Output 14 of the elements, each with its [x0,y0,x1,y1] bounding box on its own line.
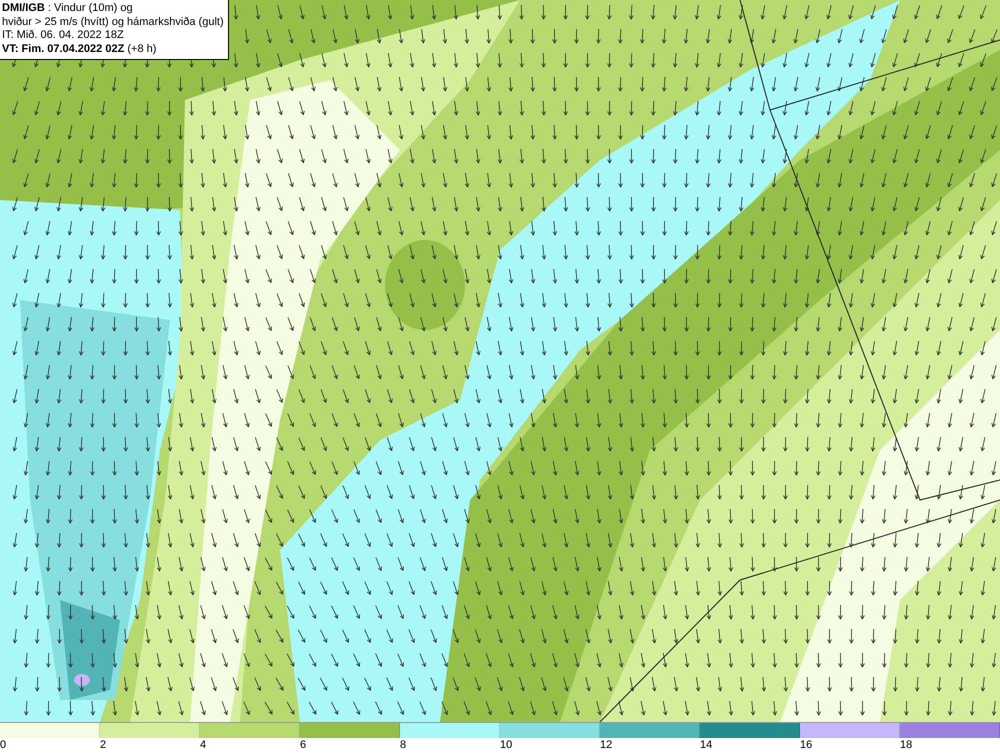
legend-label: 16 [800,739,812,751]
info-text: VT: Fim. 07.04.2022 02Z (+8 h) [2,42,158,56]
legend-label: 18 [900,739,912,751]
legend-label: 12 [600,739,612,751]
info-text: hviður > 25 m/s (hvítt) og hámarkshviða (gult) [2,16,224,29]
legend-label: 14 [700,739,712,751]
legend-label: 8 [400,739,406,751]
legend-label: 10 [500,739,512,751]
legend-label: 6 [300,739,306,751]
legend-label: 0 [0,739,6,751]
legend-label: 4 [200,739,206,751]
info-text: DMI/IGB : Vindur (10m) og [2,2,134,16]
legend-label: 2 [100,739,106,751]
info-text: IT: Mið. 06. 04. 2022 18Z [2,29,125,42]
